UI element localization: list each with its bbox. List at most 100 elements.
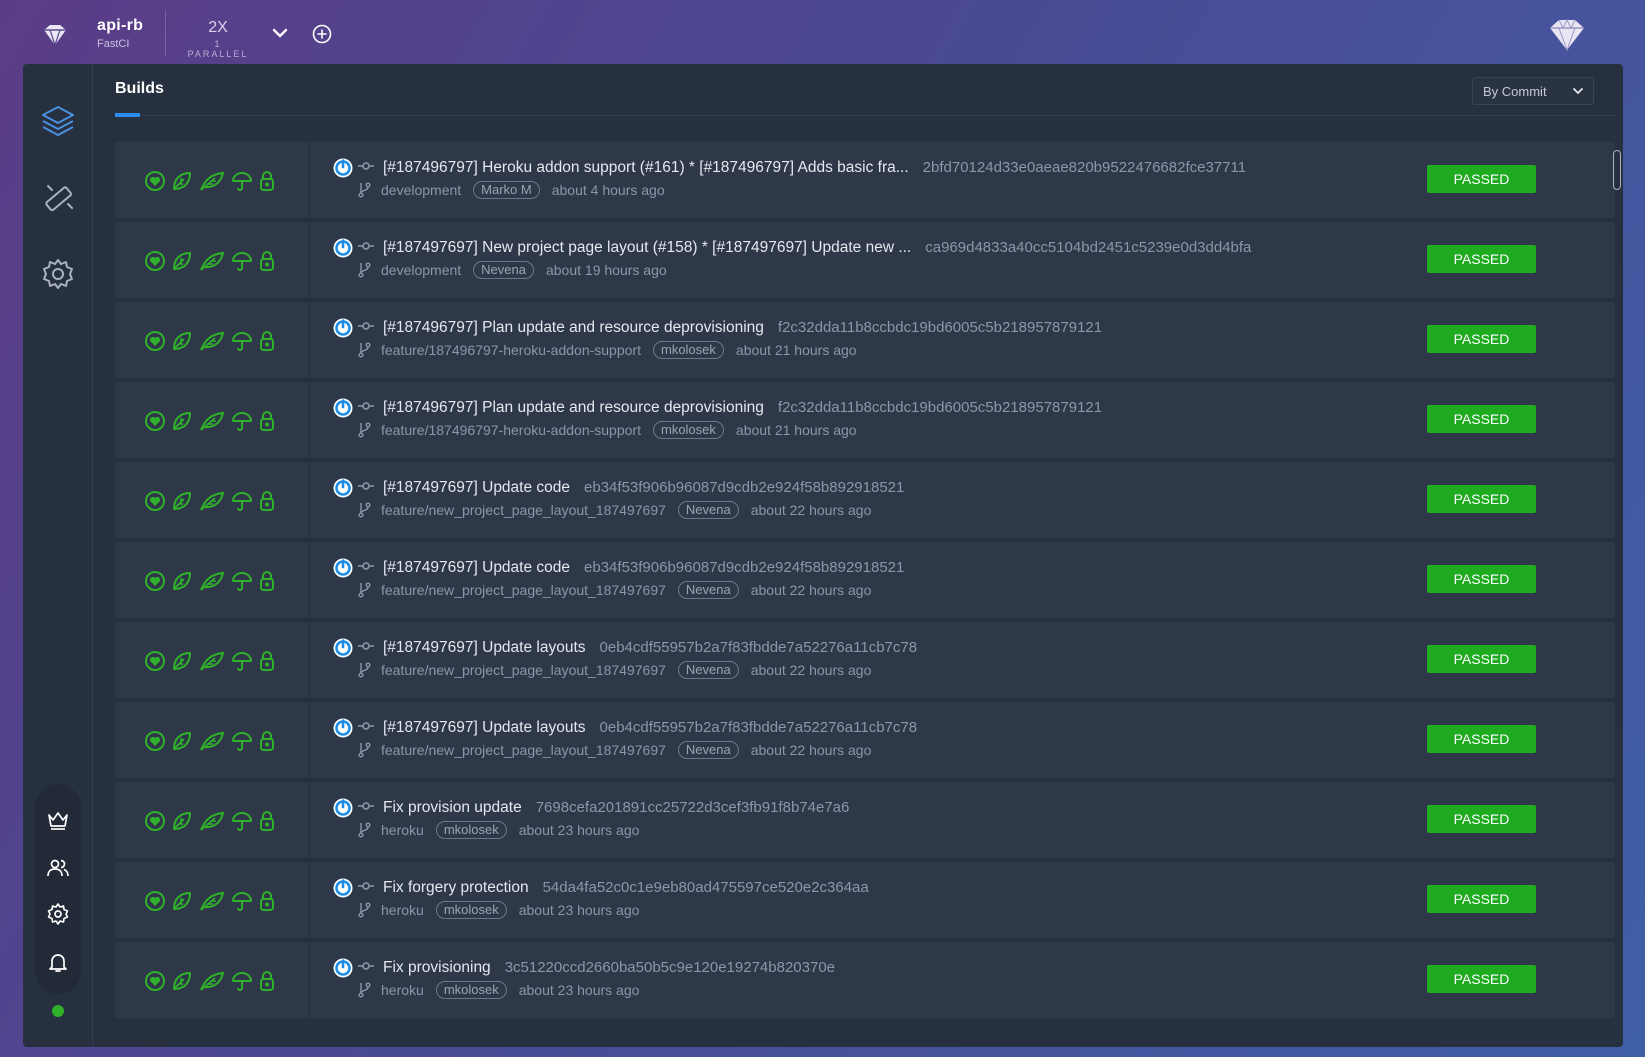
umbrella-icon [232, 972, 252, 991]
divider [165, 10, 166, 56]
author-avatar-icon[interactable] [333, 558, 353, 578]
commit-icon [358, 242, 374, 250]
build-row[interactable]: [#187496797] Plan update and resource de… [115, 302, 1615, 378]
tab-builds[interactable]: Builds [115, 80, 164, 98]
branch-name[interactable]: heroku [381, 822, 424, 838]
author-avatar-icon[interactable] [333, 398, 353, 418]
build-row[interactable]: Fix forgery protection 54da4fa52c0c1e9eb8… [115, 862, 1615, 938]
lock-icon [260, 811, 274, 831]
branch-name[interactable]: development [381, 182, 461, 198]
git-branch-icon [358, 662, 371, 678]
group-by-select[interactable]: By Commit [1472, 77, 1594, 105]
settings-gear-icon[interactable] [40, 256, 76, 292]
status-badge[interactable]: PASSED [1427, 485, 1536, 513]
chevron-down-icon [1573, 88, 1583, 95]
commit-message[interactable]: [#187497697] Update layouts 0eb4cdf55957b… [383, 719, 917, 737]
commit-message[interactable]: [#187497697] Update code eb34f53f906b9608… [383, 559, 904, 577]
branch-name[interactable]: feature/new_project_page_layout_18749769… [381, 582, 666, 598]
org-name: FastCI [97, 38, 130, 50]
app-logo-icon[interactable] [42, 24, 68, 46]
branch-name[interactable]: feature/187496797-heroku-addon-support [381, 422, 641, 438]
author-avatar-icon[interactable] [333, 718, 353, 738]
build-info: [#187497697] Update layouts 0eb4cdf55957b… [333, 702, 1393, 778]
commit-message[interactable]: [#187497697] Update layouts 0eb4cdf55957b… [383, 639, 917, 657]
branch-name[interactable]: feature/187496797-heroku-addon-support [381, 342, 641, 358]
author-avatar-icon[interactable] [333, 158, 353, 178]
status-badge[interactable]: PASSED [1427, 805, 1536, 833]
bell-icon[interactable] [46, 950, 70, 974]
commit-message[interactable]: Fix forgery protection 54da4fa52c0c1e9eb8… [383, 879, 869, 897]
build-time: about 22 hours ago [750, 662, 872, 678]
status-badge[interactable]: PASSED [1427, 405, 1536, 433]
author-avatar-icon[interactable] [333, 238, 353, 258]
status-badge[interactable]: PASSED [1427, 645, 1536, 673]
build-meta: development Marko M about 4 hours ago [381, 181, 665, 199]
commit-message[interactable]: [#187497697] Update code eb34f53f906b9608… [383, 479, 904, 497]
build-row[interactable]: [#187497697] Update layouts 0eb4cdf55957b… [115, 622, 1615, 698]
tools-icon[interactable] [40, 180, 76, 216]
status-badge[interactable]: PASSED [1427, 965, 1536, 993]
stage-icons [115, 302, 310, 378]
build-row[interactable]: [#187496797] Heroku addon support (#161)… [115, 142, 1615, 218]
build-time: about 21 hours ago [735, 422, 857, 438]
lock-icon [260, 491, 274, 511]
author-avatar-icon[interactable] [333, 878, 353, 898]
build-info: Fix forgery protection 54da4fa52c0c1e9eb8… [333, 862, 1393, 938]
commit-message[interactable]: Fix provision update 7698cefa201891cc2572… [383, 799, 849, 817]
commit-icon [358, 802, 374, 810]
status-badge[interactable]: PASSED [1427, 325, 1536, 353]
commit-message-text: [#187497697] Update layouts [383, 639, 586, 656]
branch-name[interactable]: heroku [381, 902, 424, 918]
branch-name[interactable]: feature/new_project_page_layout_18749769… [381, 662, 666, 678]
build-row[interactable]: [#187497697] New project page layout (#1… [115, 222, 1615, 298]
chevron-down-icon[interactable] [272, 26, 288, 40]
status-badge[interactable]: PASSED [1427, 725, 1536, 753]
commit-message[interactable]: [#187497697] New project page layout (#1… [383, 239, 1251, 257]
feather-icon [200, 971, 225, 991]
commit-icon [358, 642, 374, 650]
umbrella-icon [232, 412, 252, 431]
status-badge[interactable]: PASSED [1427, 565, 1536, 593]
commit-message[interactable]: Fix provisioning 3c51220ccd2660ba50b5c9e1… [383, 959, 835, 977]
build-row[interactable]: [#187496797] Plan update and resource de… [115, 382, 1615, 458]
build-time: about 4 hours ago [551, 182, 665, 198]
build-row[interactable]: [#187497697] Update code eb34f53f906b9608… [115, 542, 1615, 618]
status-badge[interactable]: PASSED [1427, 885, 1536, 913]
build-row[interactable]: [#187497697] Update code eb34f53f906b9608… [115, 462, 1615, 538]
build-meta: heroku mkolosek about 23 hours ago [381, 821, 639, 839]
branch-name[interactable]: heroku [381, 982, 424, 998]
branch-name[interactable]: feature/new_project_page_layout_18749769… [381, 742, 666, 758]
author-avatar-icon[interactable] [333, 958, 353, 978]
commit-message[interactable]: [#187496797] Plan update and resource de… [383, 399, 1102, 417]
build-info: Fix provisioning 3c51220ccd2660ba50b5c9e1… [333, 942, 1393, 1018]
scrollbar-thumb[interactable] [1613, 150, 1621, 190]
commit-sha: eb34f53f906b96087d9cdb2e924f58b892918521 [584, 559, 905, 576]
commit-message[interactable]: [#187496797] Heroku addon support (#161)… [383, 159, 1246, 177]
author-avatar-icon[interactable] [333, 478, 353, 498]
add-circle-icon[interactable] [312, 24, 332, 44]
branch-name[interactable]: development [381, 262, 461, 278]
branch-name[interactable]: feature/new_project_page_layout_18749769… [381, 502, 666, 518]
project-switcher[interactable]: api-rb FastCI [97, 17, 143, 50]
feather-icon [200, 171, 225, 191]
heart-shield-icon [145, 891, 165, 911]
stage-icons [115, 382, 310, 458]
build-row[interactable]: Fix provisioning 3c51220ccd2660ba50b5c9e1… [115, 942, 1615, 1018]
author-avatar-icon[interactable] [333, 798, 353, 818]
author-avatar-icon[interactable] [333, 318, 353, 338]
users-icon[interactable] [46, 856, 70, 880]
build-row[interactable]: [#187497697] Update layouts 0eb4cdf55957b… [115, 702, 1615, 778]
settings-gear-small-icon[interactable] [46, 902, 70, 926]
feather-icon [200, 331, 225, 351]
git-branch-icon [358, 182, 371, 198]
crown-icon[interactable] [46, 808, 70, 832]
lock-icon [260, 251, 274, 271]
status-badge[interactable]: PASSED [1427, 245, 1536, 273]
author-avatar-icon[interactable] [333, 638, 353, 658]
commit-message[interactable]: [#187496797] Plan update and resource de… [383, 319, 1102, 337]
top-bar: api-rb FastCI 2X 1 PARALLEL [0, 0, 1645, 64]
status-badge[interactable]: PASSED [1427, 165, 1536, 193]
layers-icon[interactable] [40, 102, 76, 138]
build-row[interactable]: Fix provision update 7698cefa201891cc2572… [115, 782, 1615, 858]
commit-icon [358, 162, 374, 170]
